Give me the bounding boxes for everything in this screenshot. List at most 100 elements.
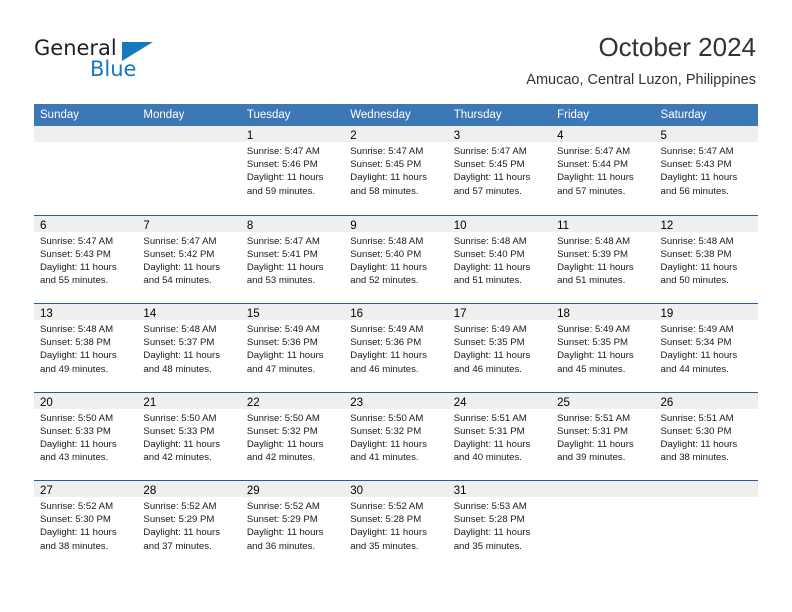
daylight-text: Daylight: 11 hours [557,350,634,362]
day-cell[interactable] [137,126,241,215]
daylight-text-cont: and 50 minutes. [660,275,729,287]
sunrise-text: Sunrise: 5:47 AM [246,146,320,157]
day-cell[interactable]: 1 Sunrise: 5:47 AM Sunset: 5:46 PM Dayli… [240,126,345,215]
day-number-band: 7 [137,215,241,232]
day-number: 1 [246,130,254,142]
day-cell[interactable]: 18 Sunrise: 5:49 AM Sunset: 5:35 PM Dayl… [551,304,655,392]
weekday-header-row: Sunday Monday Tuesday Wednesday Thursday… [34,104,758,126]
day-cell[interactable]: 7 Sunrise: 5:47 AM Sunset: 5:42 PM Dayli… [137,215,241,303]
day-cell[interactable] [34,126,138,215]
daylight-text-cont: and 38 minutes. [660,452,729,464]
day-number-band: 25 [551,392,655,409]
daylight-text-cont: and 48 minutes. [143,363,212,375]
day-cell[interactable]: 26 Sunrise: 5:51 AM Sunset: 5:30 PM Dayl… [654,392,758,480]
day-number: 20 [40,396,53,409]
day-number: 5 [660,130,667,142]
daylight-text: Daylight: 11 hours [246,261,324,273]
day-cell[interactable]: 9 Sunrise: 5:48 AM Sunset: 5:40 PM Dayli… [344,215,448,303]
day-cell[interactable]: 17 Sunrise: 5:49 AM Sunset: 5:35 PM Dayl… [447,304,552,392]
sunset-text: Sunset: 5:31 PM [453,425,525,437]
day-number: 23 [350,396,364,409]
day-cell[interactable]: 14 Sunrise: 5:48 AM Sunset: 5:37 PM Dayl… [137,304,241,392]
day-cell[interactable]: 3 Sunrise: 5:47 AM Sunset: 5:45 PM Dayli… [447,126,552,215]
day-cell[interactable]: 11 Sunrise: 5:48 AM Sunset: 5:39 PM Dayl… [551,215,655,303]
sunset-text: Sunset: 5:42 PM [143,248,215,260]
daylight-text-cont: and 35 minutes. [453,540,522,552]
logo-text-blue: Blue [90,57,137,81]
day-info: Sunrise: 5:48 AM Sunset: 5:38 PM Dayligh… [34,320,137,376]
sunrise-text: Sunrise: 5:49 AM [660,324,734,335]
day-cell[interactable]: 8 Sunrise: 5:47 AM Sunset: 5:41 PM Dayli… [240,215,345,303]
week-row: 1 Sunrise: 5:47 AM Sunset: 5:46 PM Dayli… [34,126,758,215]
day-number-band: 28 [137,481,241,497]
sunrise-text: Sunrise: 5:47 AM [143,235,217,247]
day-number: 16 [350,308,364,320]
daylight-text: Daylight: 11 hours [557,261,634,273]
day-info: Sunrise: 5:48 AM Sunset: 5:37 PM Dayligh… [137,320,240,376]
day-cell[interactable]: 30 Sunrise: 5:52 AM Sunset: 5:28 PM Dayl… [344,481,448,569]
daylight-text: Daylight: 11 hours [143,527,221,539]
daylight-text: Daylight: 11 hours [660,261,738,273]
day-cell[interactable]: 12 Sunrise: 5:48 AM Sunset: 5:38 PM Dayl… [654,215,758,303]
sunrise-text: Sunrise: 5:51 AM [557,412,631,424]
sunset-text: Sunset: 5:34 PM [660,337,732,349]
day-number: 25 [557,396,570,409]
day-number-band: 20 [34,392,138,409]
day-number: 30 [350,485,364,497]
day-number-band: 8 [240,215,345,232]
sunrise-text: Sunrise: 5:48 AM [557,235,631,247]
day-number-band: 4 [551,126,655,142]
day-number-band: 12 [654,215,758,232]
daylight-text: Daylight: 11 hours [246,172,324,184]
day-info: Sunrise: 5:48 AM Sunset: 5:40 PM Dayligh… [448,232,551,288]
day-number-band: 27 [34,481,138,497]
day-cell[interactable]: 25 Sunrise: 5:51 AM Sunset: 5:31 PM Dayl… [551,392,655,480]
day-cell[interactable]: 15 Sunrise: 5:49 AM Sunset: 5:36 PM Dayl… [240,304,345,392]
day-info: Sunrise: 5:52 AM Sunset: 5:29 PM Dayligh… [241,497,344,553]
day-cell[interactable]: 10 Sunrise: 5:48 AM Sunset: 5:40 PM Dayl… [447,215,552,303]
day-cell[interactable]: 29 Sunrise: 5:52 AM Sunset: 5:29 PM Dayl… [240,481,345,569]
title-block: October 2024 Amucao, Central Luzon, Phil… [526,30,756,90]
day-cell[interactable]: 5 Sunrise: 5:47 AM Sunset: 5:43 PM Dayli… [654,126,758,215]
day-info: Sunrise: 5:51 AM Sunset: 5:31 PM Dayligh… [551,409,654,465]
day-cell[interactable] [654,481,758,569]
day-cell[interactable]: 13 Sunrise: 5:48 AM Sunset: 5:38 PM Dayl… [34,304,138,392]
sunrise-text: Sunrise: 5:50 AM [143,412,217,424]
daylight-text: Daylight: 11 hours [143,261,221,273]
day-cell[interactable]: 16 Sunrise: 5:49 AM Sunset: 5:36 PM Dayl… [344,304,448,392]
day-cell[interactable]: 20 Sunrise: 5:50 AM Sunset: 5:33 PM Dayl… [34,392,138,480]
day-cell[interactable]: 27 Sunrise: 5:52 AM Sunset: 5:30 PM Dayl… [34,481,138,569]
day-info: Sunrise: 5:47 AM Sunset: 5:43 PM Dayligh… [34,232,137,288]
day-number-band: 6 [34,215,138,232]
day-cell[interactable] [551,481,655,569]
day-cell[interactable]: 21 Sunrise: 5:50 AM Sunset: 5:33 PM Dayl… [137,392,241,480]
day-cell[interactable]: 19 Sunrise: 5:49 AM Sunset: 5:34 PM Dayl… [654,304,758,392]
daylight-text: Daylight: 11 hours [40,261,117,273]
day-cell[interactable]: 28 Sunrise: 5:52 AM Sunset: 5:29 PM Dayl… [137,481,241,569]
day-cell[interactable]: 31 Sunrise: 5:53 AM Sunset: 5:28 PM Dayl… [447,481,552,569]
day-number-band [654,481,758,497]
daylight-text: Daylight: 11 hours [660,172,738,184]
day-number: 28 [143,485,157,497]
day-cell[interactable]: 4 Sunrise: 5:47 AM Sunset: 5:44 PM Dayli… [551,126,655,215]
day-number: 2 [350,130,357,142]
sunset-text: Sunset: 5:35 PM [453,337,525,349]
sunset-text: Sunset: 5:46 PM [246,159,318,171]
daylight-text: Daylight: 11 hours [143,438,221,450]
day-cell[interactable]: 23 Sunrise: 5:50 AM Sunset: 5:32 PM Dayl… [344,392,448,480]
day-number: 10 [453,219,467,232]
day-number: 31 [453,485,467,497]
day-cell[interactable]: 2 Sunrise: 5:47 AM Sunset: 5:45 PM Dayli… [344,126,448,215]
sunset-text: Sunset: 5:29 PM [143,514,215,526]
sunrise-text: Sunrise: 5:48 AM [40,324,114,335]
sunrise-text: Sunrise: 5:50 AM [246,412,320,424]
sunset-text: Sunset: 5:28 PM [453,514,525,526]
day-cell[interactable]: 22 Sunrise: 5:50 AM Sunset: 5:32 PM Dayl… [240,392,345,480]
calendar-page: General Blue October 2024 Amucao, Centra… [0,0,792,612]
sunrise-text: Sunrise: 5:51 AM [660,412,734,424]
sunset-text: Sunset: 5:40 PM [453,248,525,260]
day-cell[interactable]: 24 Sunrise: 5:51 AM Sunset: 5:31 PM Dayl… [447,392,552,480]
daylight-text-cont: and 57 minutes. [453,185,522,197]
day-cell[interactable]: 6 Sunrise: 5:47 AM Sunset: 5:43 PM Dayli… [34,215,138,303]
day-number: 17 [453,308,467,320]
